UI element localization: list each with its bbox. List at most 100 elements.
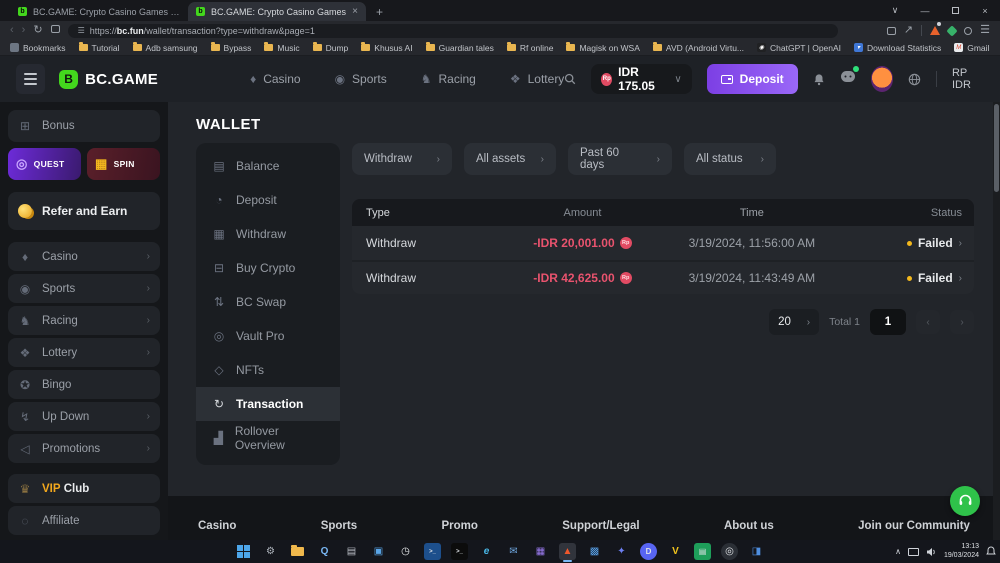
table-row[interactable]: Withdraw -IDR 20,001.00Rp 3/19/2024, 11:…: [352, 226, 974, 260]
display-tray-icon[interactable]: [908, 548, 919, 556]
vegas-icon[interactable]: V: [667, 543, 684, 560]
footer-community[interactable]: Join our Community: [858, 520, 970, 532]
sidebar-bonus[interactable]: ⊞ Bonus: [8, 110, 160, 142]
notification-center-icon[interactable]: [986, 546, 996, 557]
settings-icon[interactable]: ⚙: [262, 543, 279, 560]
bookmark-item[interactable]: Rf online: [507, 43, 554, 53]
site-settings-icon[interactable]: ☰: [78, 27, 85, 35]
sheets-icon[interactable]: ▤: [694, 543, 711, 560]
search-icon[interactable]: [564, 72, 576, 86]
wallet-menu-rollover[interactable]: ▟Rollover Overview: [196, 421, 340, 455]
prev-page-button[interactable]: ‹: [916, 310, 940, 334]
minimize-button[interactable]: —: [910, 6, 940, 16]
obs-icon[interactable]: ◎: [721, 543, 738, 560]
media-player-icon[interactable]: ▣: [370, 543, 387, 560]
speaker-icon[interactable]: [926, 547, 937, 557]
scrollbar-thumb[interactable]: [994, 104, 999, 192]
bookmark-item[interactable]: ◉ChatGPT | OpenAI: [757, 43, 841, 53]
sidebar-item-updown[interactable]: ↯Up Down›: [8, 402, 160, 431]
sidebar-item-casino[interactable]: ♦Casino›: [8, 242, 160, 271]
wallet-menu-withdraw[interactable]: ▦Withdraw: [196, 217, 340, 251]
browser-tab-active[interactable]: b BC.GAME: Crypto Casino Games ×: [188, 2, 366, 21]
new-tab-button[interactable]: +: [376, 5, 383, 21]
sidebar-icon[interactable]: [887, 22, 896, 40]
wallet-menu-bc-swap[interactable]: ⇅BC Swap: [196, 285, 340, 319]
edge-icon[interactable]: e: [478, 543, 495, 560]
wallet-extension-icon[interactable]: [946, 25, 957, 36]
back-icon[interactable]: ‹: [10, 25, 14, 36]
next-page-button[interactable]: ›: [950, 310, 974, 334]
bookmark-item[interactable]: Khusus AI: [361, 43, 412, 53]
bookmark-item[interactable]: Bypass: [211, 43, 252, 53]
bcgame-logo[interactable]: B BC.GAME: [59, 70, 158, 89]
bookmark-item[interactable]: Tutorial: [79, 43, 120, 53]
hamburger-menu-icon[interactable]: [16, 64, 45, 94]
chat-icon[interactable]: [840, 69, 856, 89]
filter-status[interactable]: All status›: [684, 143, 776, 175]
tray-chevron-icon[interactable]: ∧: [895, 547, 901, 556]
maximize-button[interactable]: [940, 6, 970, 16]
game-app-icon[interactable]: ✦: [613, 543, 630, 560]
deposit-button[interactable]: Deposit: [707, 64, 798, 94]
bookmark-item[interactable]: Guardian tales: [426, 43, 494, 53]
filter-type[interactable]: Withdraw›: [352, 143, 452, 175]
wallet-menu-balance[interactable]: ▤Balance: [196, 149, 340, 183]
refer-and-earn[interactable]: Refer and Earn: [8, 192, 160, 230]
page-size-select[interactable]: 20›: [769, 309, 819, 335]
notepad-icon[interactable]: ▤: [343, 543, 360, 560]
close-button[interactable]: ×: [970, 6, 1000, 16]
brave-rewards-icon[interactable]: [930, 26, 940, 35]
photos-icon[interactable]: ▩: [586, 543, 603, 560]
nav-lottery[interactable]: ❖Lottery: [510, 72, 564, 86]
sidebar-item-promotions[interactable]: ◁Promotions›: [8, 434, 160, 463]
brave-browser-icon[interactable]: ▲: [559, 543, 576, 560]
quest-button[interactable]: ◎QUEST: [8, 148, 81, 180]
footer-casino[interactable]: Casino: [198, 520, 236, 532]
filter-date-range[interactable]: Past 60 days›: [568, 143, 672, 175]
powershell-icon[interactable]: >_: [424, 543, 441, 560]
browser-menu-icon[interactable]: ☰: [980, 25, 990, 36]
bookmark-item[interactable]: Adb samsung: [133, 43, 198, 53]
locale-label[interactable]: RP IDR: [952, 67, 984, 91]
footer-sports[interactable]: Sports: [321, 520, 357, 532]
discord-icon[interactable]: D: [640, 543, 657, 560]
tab-search-icon[interactable]: ∨: [880, 5, 910, 16]
sidebar-item-lottery[interactable]: ❖Lottery›: [8, 338, 160, 367]
globe-language-icon[interactable]: [908, 72, 921, 87]
notifications-bell-icon[interactable]: [813, 72, 825, 87]
rewards-ring-icon[interactable]: [964, 27, 972, 35]
search-app-icon[interactable]: Q: [316, 543, 333, 560]
sidebar-item-affiliate[interactable]: ◌Affiliate: [8, 506, 160, 535]
clipchamp-icon[interactable]: ▦: [532, 543, 549, 560]
browser-tab-inactive[interactable]: b BC.GAME: Crypto Casino Games & C: [10, 2, 188, 21]
footer-about-us[interactable]: About us: [724, 520, 774, 532]
share-icon[interactable]: ↗: [904, 25, 913, 36]
bookmark-item[interactable]: ▾Download Statistics: [854, 43, 941, 53]
bookmark-item[interactable]: AVD (Android Virtu...: [653, 43, 744, 53]
footer-promo[interactable]: Promo: [441, 520, 477, 532]
sidebar-item-sports[interactable]: ◉Sports›: [8, 274, 160, 303]
page-scrollbar[interactable]: [993, 102, 1000, 540]
reload-icon[interactable]: ↻: [33, 25, 42, 36]
wallet-menu-vault-pro[interactable]: ◎Vault Pro: [196, 319, 340, 353]
bookmark-item[interactable]: Dump: [313, 43, 349, 53]
mail-icon[interactable]: ✉: [505, 543, 522, 560]
nav-racing[interactable]: ♞Racing: [421, 72, 476, 86]
wallet-menu-deposit[interactable]: ◔Deposit: [196, 183, 340, 217]
file-explorer-icon[interactable]: [289, 543, 306, 560]
sidebar-item-bingo[interactable]: ✪Bingo: [8, 370, 160, 399]
start-button[interactable]: [235, 543, 252, 560]
filter-assets[interactable]: All assets›: [464, 143, 556, 175]
bookmark-item[interactable]: Magisk on WSA: [566, 43, 639, 53]
address-bar[interactable]: ☰ https://bc.fun/wallet/transaction?type…: [68, 24, 838, 38]
tab-close-icon[interactable]: ×: [352, 6, 358, 17]
clock-app-icon[interactable]: ◷: [397, 543, 414, 560]
user-avatar[interactable]: [871, 66, 893, 92]
display-app-icon[interactable]: ◨: [748, 543, 765, 560]
spin-button[interactable]: ▦SPIN: [87, 148, 160, 180]
nav-sports[interactable]: ◉Sports: [335, 72, 387, 86]
wallet-menu-transaction[interactable]: ↻Transaction: [196, 387, 340, 421]
sidebar-item-racing[interactable]: ♞Racing›: [8, 306, 160, 335]
bookmark-item[interactable]: Music: [264, 43, 299, 53]
footer-support-legal[interactable]: Support/Legal: [562, 520, 639, 532]
